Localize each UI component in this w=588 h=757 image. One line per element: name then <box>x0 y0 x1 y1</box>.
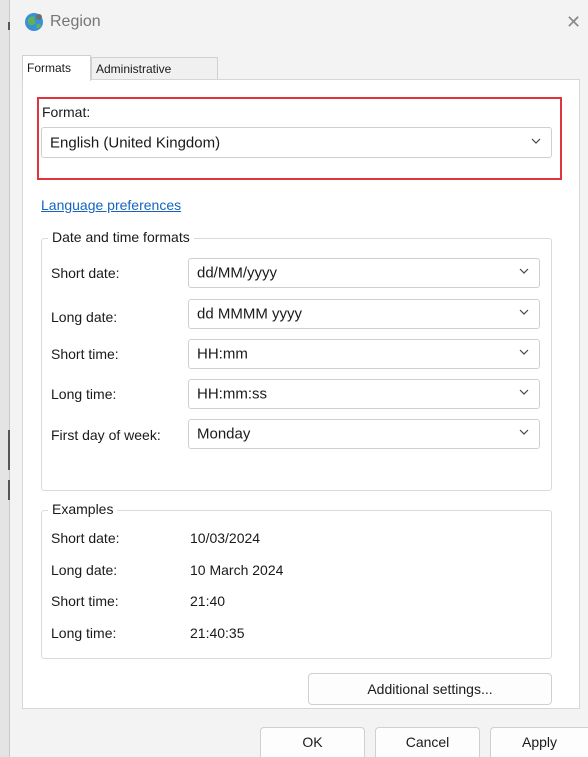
long-time-label: Long time: <box>51 386 117 402</box>
tab-administrative[interactable]: Administrative <box>91 57 218 79</box>
apply-button[interactable]: Apply <box>490 727 588 757</box>
chevron-down-icon <box>519 389 529 395</box>
edge-mark <box>8 430 10 470</box>
long-date-dropdown[interactable]: dd MMMM yyyy <box>188 299 540 329</box>
window-title: Region <box>50 13 101 30</box>
additional-settings-button[interactable]: Additional settings... <box>308 673 552 705</box>
language-preferences-link[interactable]: Language preferences <box>41 197 181 213</box>
short-date-label: Short date: <box>51 265 120 281</box>
example-long-date-value: 10 March 2024 <box>190 562 284 578</box>
short-time-label: Short time: <box>51 346 119 362</box>
example-short-time-label: Short time: <box>51 593 119 609</box>
ok-button[interactable]: OK <box>260 727 365 757</box>
long-date-value: dd MMMM yyyy <box>197 305 302 323</box>
first-day-of-week-dropdown[interactable]: Monday <box>188 419 540 449</box>
chevron-down-icon <box>519 349 529 355</box>
example-long-time-label: Long time: <box>51 625 117 641</box>
example-long-time-value: 21:40:35 <box>190 625 245 641</box>
globe-icon <box>25 13 43 31</box>
long-time-dropdown[interactable]: HH:mm:ss <box>188 379 540 409</box>
examples-title: Examples <box>48 501 118 517</box>
background-window-edge <box>0 0 10 757</box>
long-date-label: Long date: <box>51 309 118 325</box>
short-time-value: HH:mm <box>197 345 248 363</box>
format-label: Format: <box>42 104 91 120</box>
example-short-time-value: 21:40 <box>190 593 226 609</box>
chevron-down-icon <box>519 309 529 315</box>
first-day-of-week-value: Monday <box>197 425 251 443</box>
title-bar: Region ✕ <box>10 0 588 48</box>
format-value: English (United Kingdom) <box>50 134 221 151</box>
chevron-down-icon <box>519 429 529 435</box>
long-time-value: HH:mm:ss <box>197 385 267 403</box>
format-dropdown[interactable]: English (United Kingdom) <box>41 127 552 158</box>
short-time-dropdown[interactable]: HH:mm <box>188 339 540 369</box>
edge-mark <box>8 480 10 500</box>
date-time-formats-title: Date and time formats <box>48 229 194 245</box>
short-date-dropdown[interactable]: dd/MM/yyyy <box>188 258 540 288</box>
chevron-down-icon <box>519 268 529 274</box>
example-short-date-value: 10/03/2024 <box>190 530 261 546</box>
cancel-button[interactable]: Cancel <box>375 727 480 757</box>
short-date-value: dd/MM/yyyy <box>197 264 278 282</box>
close-button[interactable]: ✕ <box>566 10 588 34</box>
tab-formats[interactable]: Formats <box>22 55 91 81</box>
example-long-date-label: Long date: <box>51 562 118 578</box>
example-short-date-label: Short date: <box>51 530 120 546</box>
first-day-of-week-label: First day of week: <box>51 427 161 443</box>
chevron-down-icon <box>531 138 541 144</box>
